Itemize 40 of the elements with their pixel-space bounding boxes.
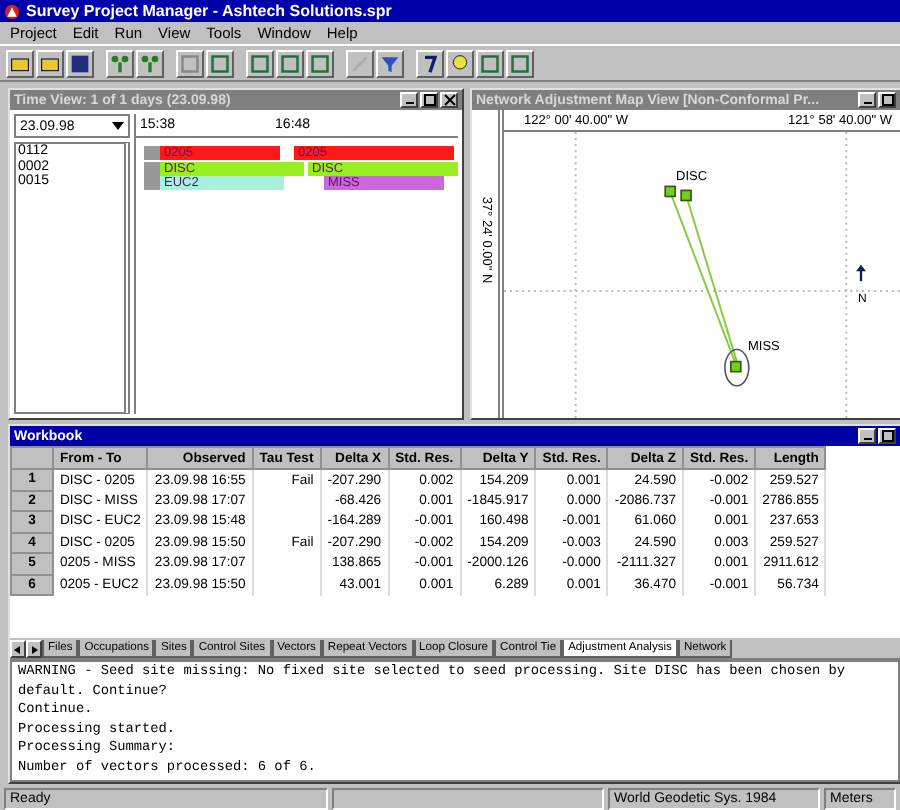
bulb-icon xyxy=(450,53,470,73)
toolbar-button[interactable] xyxy=(506,49,534,77)
tab-scroll-left-button[interactable] xyxy=(10,640,26,658)
toolbar-button[interactable] xyxy=(36,49,64,77)
toolbar-button[interactable] xyxy=(136,49,164,77)
site-marker[interactable] xyxy=(680,189,692,202)
toolbar-button[interactable] xyxy=(346,49,374,77)
right-arrow-icon xyxy=(28,643,40,655)
maximize-icon xyxy=(423,94,435,106)
site-marker[interactable] xyxy=(730,360,742,373)
maximize-icon xyxy=(881,94,893,106)
open-folder-icon xyxy=(40,53,60,73)
toolbar-button[interactable] xyxy=(176,49,204,77)
funnel-icon xyxy=(380,53,400,73)
toolbar-button[interactable] xyxy=(306,49,334,77)
app-icon xyxy=(4,3,20,19)
toolbar-button[interactable] xyxy=(376,49,404,77)
north-arrow-icon xyxy=(856,264,866,282)
minimize-button[interactable] xyxy=(858,428,876,444)
toolbar-button[interactable] xyxy=(6,49,34,77)
toolbar-button[interactable] xyxy=(476,49,504,77)
toolbar-button[interactable] xyxy=(246,49,274,77)
toolbar-button[interactable] xyxy=(416,49,444,77)
caret-icon xyxy=(112,122,124,130)
toolbar-button[interactable] xyxy=(206,49,234,77)
toolbar-button[interactable] xyxy=(276,49,304,77)
toolbar-button[interactable] xyxy=(66,49,94,77)
error-ellipse xyxy=(724,348,750,387)
folder-icon xyxy=(10,53,30,73)
tab-scroll-right-button[interactable] xyxy=(26,640,42,658)
toolbar-button[interactable] xyxy=(446,49,474,77)
window-title: Survey Project Manager - Ashtech Solutions.spr xyxy=(26,2,392,20)
toolbar-button[interactable] xyxy=(106,49,134,77)
sites-icon xyxy=(140,53,160,73)
maximize-button[interactable] xyxy=(878,428,896,444)
maximize-icon xyxy=(881,430,893,442)
sites-icon xyxy=(110,53,130,73)
left-arrow-icon xyxy=(12,643,24,655)
close-icon xyxy=(443,94,455,106)
site-marker[interactable] xyxy=(664,185,676,198)
